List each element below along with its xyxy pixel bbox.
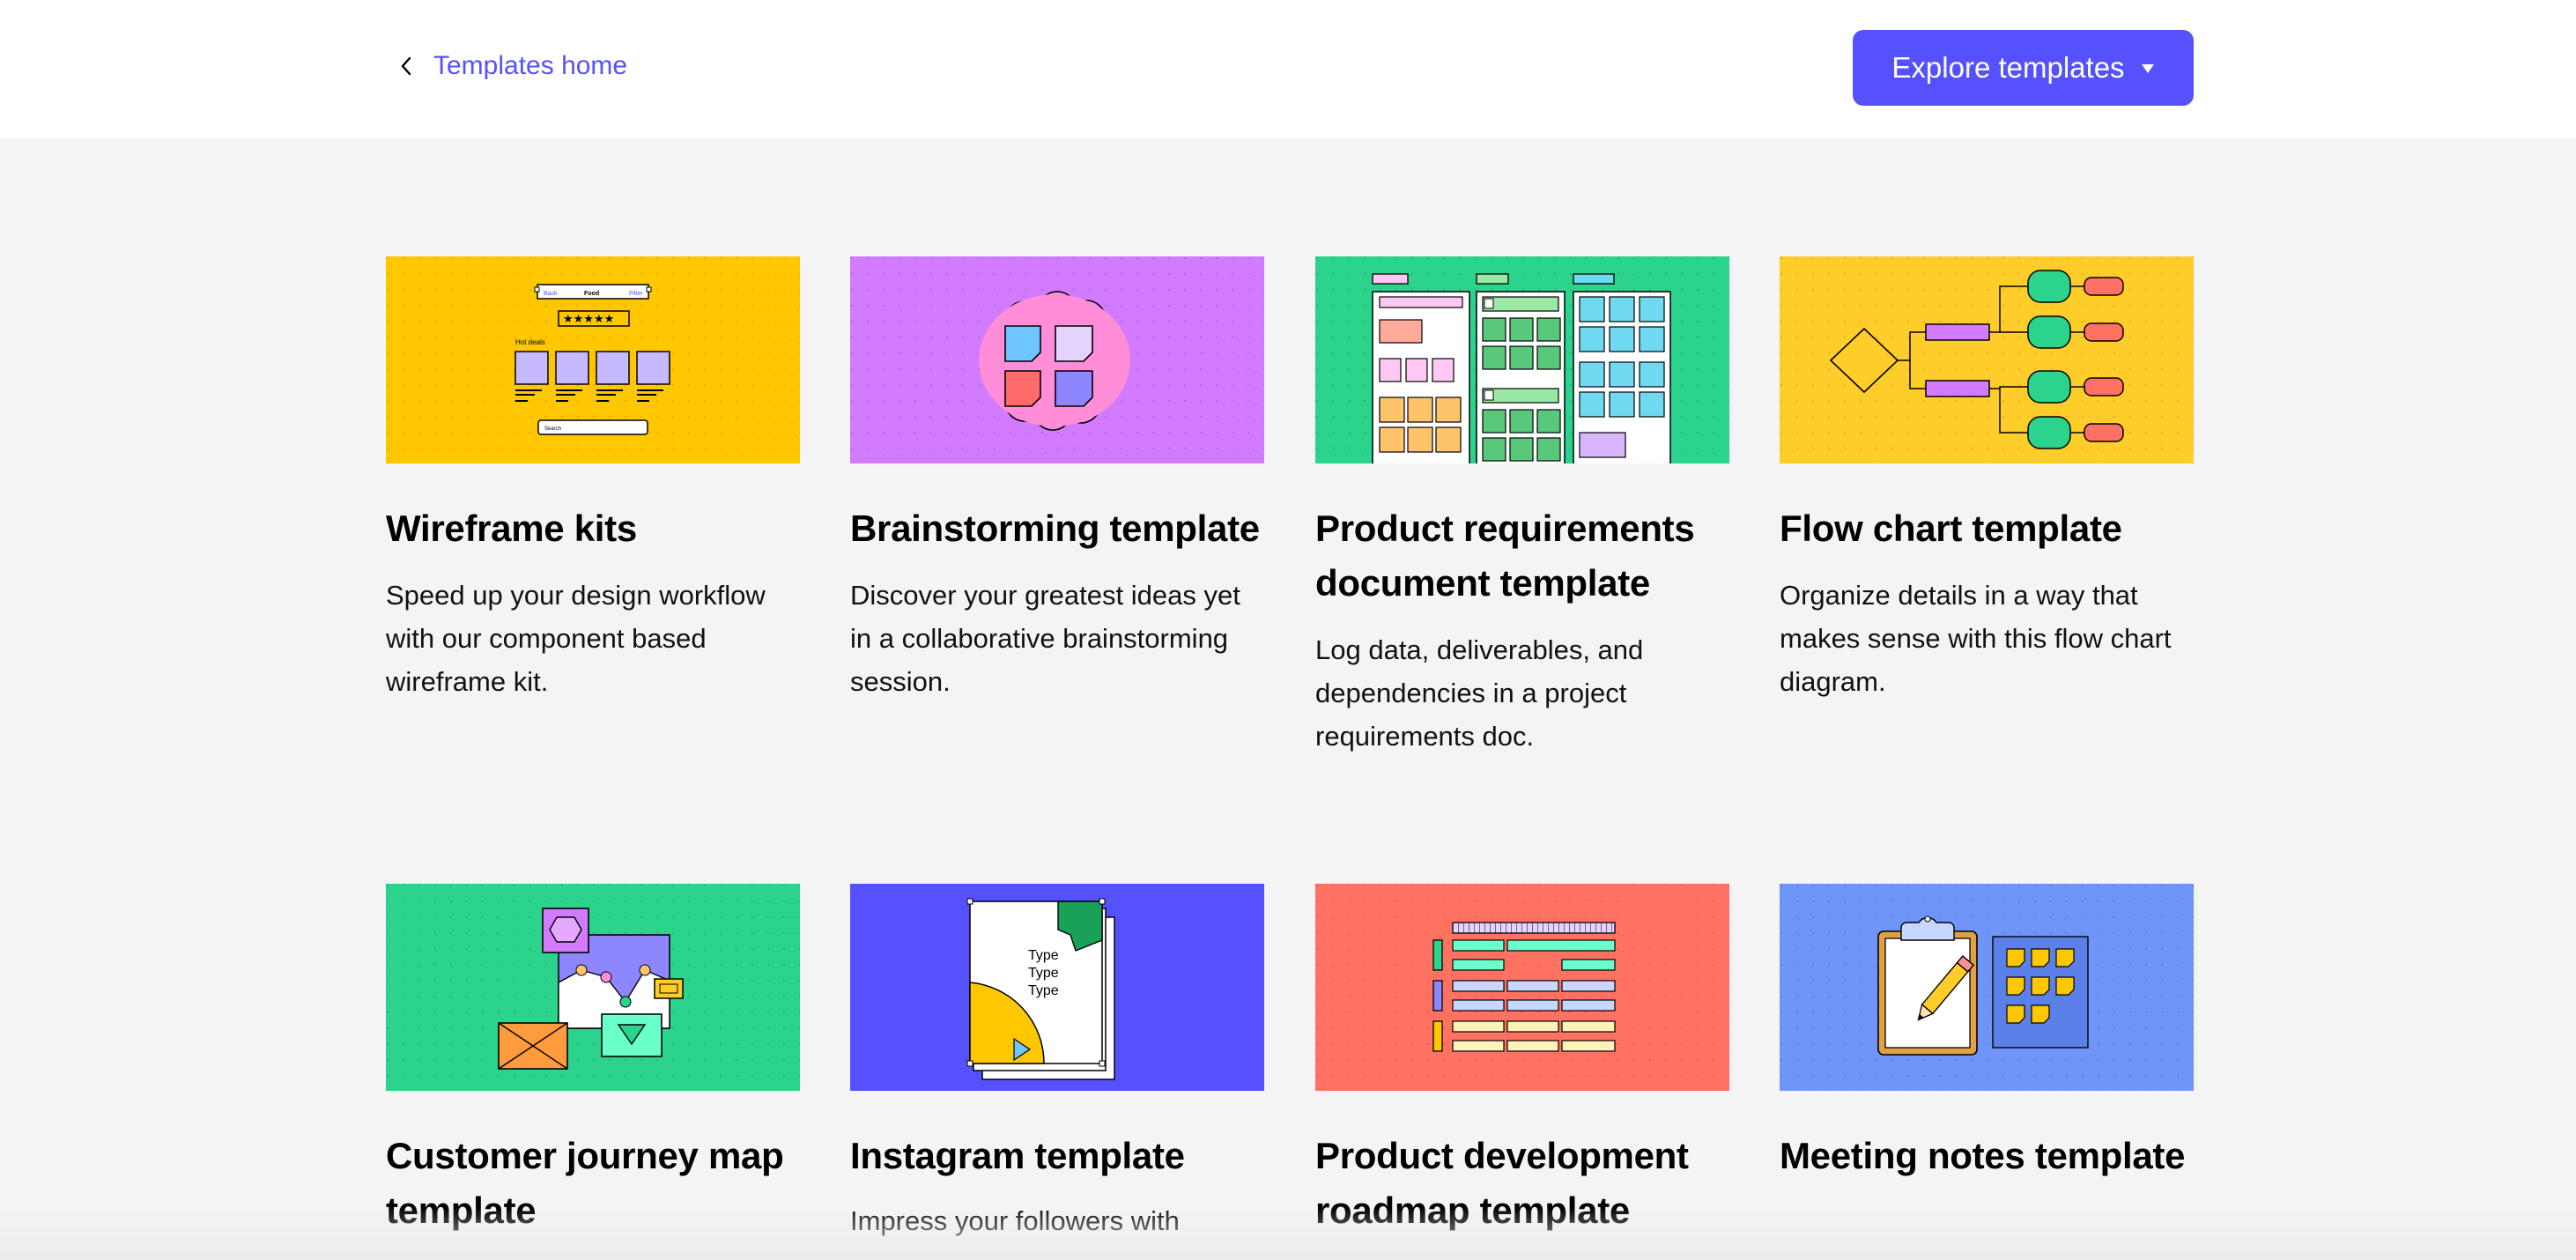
svg-text:Search: Search bbox=[544, 426, 561, 432]
top-navigation-bar: Templates home Explore templates bbox=[0, 0, 2576, 138]
instagram-thumbnail[interactable]: Type Type Type bbox=[850, 884, 1264, 1091]
wireframe-illustration-icon: Back Food Filter ★★★★★ Hot deals Search bbox=[386, 256, 800, 463]
card-description: Speed up your design workflow with our c… bbox=[386, 580, 766, 697]
svg-text:Food: Food bbox=[584, 291, 599, 297]
card-title[interactable]: Brainstorming template bbox=[850, 501, 1264, 556]
journey-map-illustration-icon bbox=[386, 884, 800, 1091]
templates-home-label: Templates home bbox=[433, 51, 628, 80]
caret-down-icon bbox=[2141, 64, 2154, 73]
card-title[interactable]: Customer journey map template bbox=[386, 1129, 800, 1238]
card-title[interactable]: Flow chart template bbox=[1780, 501, 2194, 556]
template-card-flow-chart[interactable]: Flow chart template Organize details in … bbox=[1780, 256, 2194, 703]
template-card-meeting-notes[interactable]: Meeting notes template bbox=[1780, 884, 2194, 1199]
svg-text:Back: Back bbox=[544, 291, 558, 297]
flow-chart-illustration-icon bbox=[1780, 256, 2194, 463]
product-development-roadmap-thumbnail[interactable] bbox=[1315, 884, 1729, 1091]
roadmap-illustration-icon bbox=[1315, 884, 1729, 1091]
card-description: Log data, deliverables, and dependencies… bbox=[1315, 634, 1644, 752]
svg-text:Type: Type bbox=[1028, 983, 1059, 998]
svg-text:★★★★★: ★★★★★ bbox=[563, 313, 614, 326]
template-card-product-development-roadmap[interactable]: Product development roadmap template bbox=[1315, 884, 1729, 1254]
templates-home-link[interactable]: Templates home bbox=[398, 51, 627, 81]
instagram-post-illustration-icon: Type Type Type bbox=[966, 898, 1115, 1080]
svg-text:Type: Type bbox=[1028, 966, 1059, 981]
card-title[interactable]: Product development roadmap template bbox=[1315, 1129, 1729, 1238]
card-title[interactable]: Instagram template bbox=[850, 1129, 1264, 1183]
card-description: Discover your greatest ideas yet in a co… bbox=[850, 580, 1240, 697]
svg-text:Hot deals: Hot deals bbox=[515, 338, 545, 346]
wireframe-kits-thumbnail[interactable]: Back Food Filter ★★★★★ Hot deals Search bbox=[386, 256, 800, 463]
card-description: Impress your followers with bbox=[850, 1205, 1180, 1236]
svg-text:Type: Type bbox=[1028, 948, 1059, 963]
template-card-wireframe-kits[interactable]: Back Food Filter ★★★★★ Hot deals Search … bbox=[386, 256, 800, 703]
card-title[interactable]: Meeting notes template bbox=[1780, 1129, 2194, 1183]
card-title[interactable]: Product requirements document template bbox=[1315, 501, 1729, 611]
product-requirements-thumbnail[interactable] bbox=[1315, 256, 1729, 463]
svg-text:Filter: Filter bbox=[629, 291, 643, 297]
chevron-left-icon bbox=[401, 56, 411, 76]
template-card-customer-journey-map[interactable]: Customer journey map template bbox=[386, 884, 800, 1254]
flow-chart-thumbnail[interactable] bbox=[1780, 256, 2194, 463]
sticky-notes-cloud-illustration-icon bbox=[850, 256, 1264, 463]
template-card-brainstorming[interactable]: Brainstorming template Discover your gre… bbox=[850, 256, 1264, 703]
customer-journey-map-thumbnail[interactable] bbox=[386, 884, 800, 1091]
requirements-board-illustration-icon bbox=[1315, 256, 1729, 463]
template-card-instagram[interactable]: Type Type Type Instagram template Impres… bbox=[850, 884, 1264, 1242]
template-card-product-requirements[interactable]: Product requirements document template L… bbox=[1315, 256, 1729, 758]
meeting-notes-thumbnail[interactable] bbox=[1780, 884, 2194, 1091]
explore-templates-label: Explore templates bbox=[1891, 51, 2125, 84]
explore-templates-button[interactable]: Explore templates bbox=[1853, 30, 2194, 106]
card-description: Organize details in a way that makes sen… bbox=[1780, 580, 2172, 697]
brainstorming-thumbnail[interactable] bbox=[850, 256, 1264, 463]
clipboard-notes-illustration-icon bbox=[1780, 884, 2194, 1091]
card-title[interactable]: Wireframe kits bbox=[386, 501, 800, 556]
